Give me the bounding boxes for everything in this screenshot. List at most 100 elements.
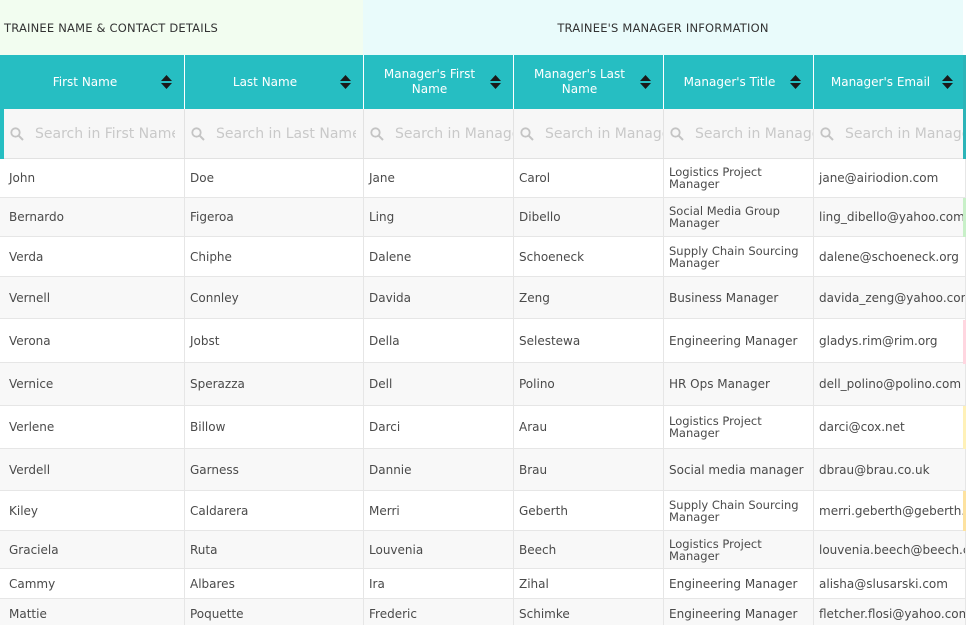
search-icon: [370, 126, 384, 141]
cell-manager-title: Engineering Manager: [664, 599, 814, 625]
cell-manager-first-name: Dell: [364, 363, 514, 405]
table-row[interactable]: Verona Jobst Della Selestewa Engineering…: [0, 319, 966, 363]
sort-icon[interactable]: [790, 75, 801, 89]
column-header-manager-first-name[interactable]: Manager's First Name: [364, 55, 514, 109]
cell-manager-email: ling_dibello@yahoo.com: [814, 198, 966, 236]
column-header-row: First Name Last Name Manager's First Nam…: [0, 55, 966, 109]
table-row[interactable]: Vernice Sperazza Dell Polino HR Ops Mana…: [0, 363, 966, 406]
cell-manager-email: alisha@slusarski.com: [814, 569, 966, 598]
cell-last-name: Poquette: [185, 599, 364, 625]
sort-icon[interactable]: [161, 75, 172, 89]
cell-manager-email: dalene@schoeneck.org: [814, 237, 966, 276]
table-row[interactable]: Verdell Garness Dannie Brau Social media…: [0, 449, 966, 491]
cell-manager-first-name: Ira: [364, 569, 514, 598]
cell-manager-title: Social media manager: [664, 449, 814, 490]
cell-manager-first-name: Della: [364, 319, 514, 362]
filter-first-name: [4, 109, 185, 158]
cell-last-name: Albares: [185, 569, 364, 598]
cell-last-name: Sperazza: [185, 363, 364, 405]
cell-manager-title: Engineering Manager: [664, 569, 814, 598]
column-header-manager-email[interactable]: Manager's Email: [814, 55, 966, 109]
column-header-label: First Name: [52, 74, 118, 89]
column-header-label: Last Name: [232, 74, 298, 89]
table-row[interactable]: Graciela Ruta Louvenia Beech Logistics P…: [0, 531, 966, 569]
cell-first-name: Kiley: [4, 491, 185, 530]
cell-first-name: Verona: [4, 319, 185, 362]
cell-manager-title: Supply Chain Sourcing Manager: [664, 491, 814, 530]
cell-manager-last-name: Zeng: [514, 277, 664, 318]
column-header-manager-last-name[interactable]: Manager's Last Name: [514, 55, 664, 109]
cell-manager-title: Logistics Project Manager: [664, 531, 814, 568]
filter-last-name: [185, 109, 364, 158]
cell-manager-last-name: Selestewa: [514, 319, 664, 362]
cell-first-name: Verdell: [4, 449, 185, 490]
filter-manager-email: [814, 109, 966, 158]
cell-manager-title: Business Manager: [664, 277, 814, 318]
table-row[interactable]: Vernell Connley Davida Zeng Business Man…: [0, 277, 966, 319]
table-row[interactable]: Verlene Billow Darci Arau Logistics Proj…: [0, 406, 966, 449]
sort-icon[interactable]: [340, 75, 351, 89]
cell-first-name: Verlene: [4, 406, 185, 448]
cell-manager-email: merri.geberth@geberth.com: [814, 491, 966, 530]
table-row[interactable]: Bernardo Figeroa Ling Dibello Social Med…: [0, 198, 966, 237]
cell-manager-first-name: Darci: [364, 406, 514, 448]
cell-manager-first-name: Dalene: [364, 237, 514, 276]
cell-manager-email: dbrau@brau.co.uk: [814, 449, 966, 490]
sort-icon[interactable]: [640, 75, 651, 89]
search-input-last-name[interactable]: [216, 125, 356, 142]
cell-manager-first-name: Dannie: [364, 449, 514, 490]
cell-manager-last-name: Schimke: [514, 599, 664, 625]
table-row[interactable]: Kiley Caldarera Merri Geberth Supply Cha…: [0, 491, 966, 531]
sort-icon[interactable]: [942, 75, 953, 89]
cell-manager-last-name: Beech: [514, 531, 664, 568]
cell-last-name: Chiphe: [185, 237, 364, 276]
cell-manager-first-name: Frederic: [364, 599, 514, 625]
column-header-last-name[interactable]: Last Name: [185, 55, 364, 109]
cell-manager-first-name: Louvenia: [364, 531, 514, 568]
table-row[interactable]: Verda Chiphe Dalene Schoeneck Supply Cha…: [0, 237, 966, 277]
cell-last-name: Garness: [185, 449, 364, 490]
cell-manager-email: fletcher.flosi@yahoo.com: [814, 599, 966, 625]
cell-manager-last-name: Arau: [514, 406, 664, 448]
cell-last-name: Caldarera: [185, 491, 364, 530]
table-row[interactable]: Mattie Poquette Frederic Schimke Enginee…: [0, 599, 966, 625]
cell-manager-last-name: Brau: [514, 449, 664, 490]
search-input-manager-first-name[interactable]: [395, 125, 513, 142]
cell-manager-last-name: Carol: [514, 159, 664, 197]
group-trainee-label: TRAINEE NAME & CONTACT DETAILS: [4, 20, 218, 35]
cell-last-name: Jobst: [185, 319, 364, 362]
cell-manager-email: davida_zeng@yahoo.com: [814, 277, 966, 318]
sort-icon[interactable]: [490, 75, 501, 89]
search-input-manager-email[interactable]: [845, 125, 965, 142]
search-input-manager-title[interactable]: [695, 125, 813, 142]
cell-first-name: Mattie: [4, 599, 185, 625]
search-input-manager-last-name[interactable]: [545, 125, 663, 142]
table-row[interactable]: Cammy Albares Ira Zihal Engineering Mana…: [0, 569, 966, 599]
cell-manager-title: Logistics Project Manager: [664, 406, 814, 448]
cell-manager-first-name: Ling: [364, 198, 514, 236]
cell-manager-last-name: Geberth: [514, 491, 664, 530]
group-manager-information: TRAINEE'S MANAGER INFORMATION: [363, 0, 963, 55]
column-header-first-name[interactable]: First Name: [4, 55, 185, 109]
cell-manager-email: darci@cox.net: [814, 406, 966, 448]
column-header-label: Manager's Title: [683, 74, 776, 89]
cell-last-name: Billow: [185, 406, 364, 448]
cell-first-name: Graciela: [4, 531, 185, 568]
cell-manager-last-name: Schoeneck: [514, 237, 664, 276]
column-header-label: Manager's Email: [830, 74, 931, 89]
table-row[interactable]: John Doe Jane Carol Logistics Project Ma…: [0, 159, 966, 198]
cell-first-name: Bernardo: [4, 198, 185, 236]
search-icon: [191, 126, 205, 141]
cell-manager-email: louvenia.beech@beech.com: [814, 531, 966, 568]
filter-manager-first-name: [364, 109, 514, 158]
cell-manager-last-name: Zihal: [514, 569, 664, 598]
column-header-manager-title[interactable]: Manager's Title: [664, 55, 814, 109]
cell-first-name: Verda: [4, 237, 185, 276]
cell-manager-title: Logistics Project Manager: [664, 159, 814, 197]
search-icon: [820, 126, 834, 141]
cell-last-name: Ruta: [185, 531, 364, 568]
data-grid: TRAINEE NAME & CONTACT DETAILS TRAINEE'S…: [0, 0, 966, 625]
cell-first-name: John: [4, 159, 185, 197]
cell-manager-email: gladys.rim@rim.org: [814, 319, 966, 362]
search-input-first-name[interactable]: [35, 125, 175, 142]
